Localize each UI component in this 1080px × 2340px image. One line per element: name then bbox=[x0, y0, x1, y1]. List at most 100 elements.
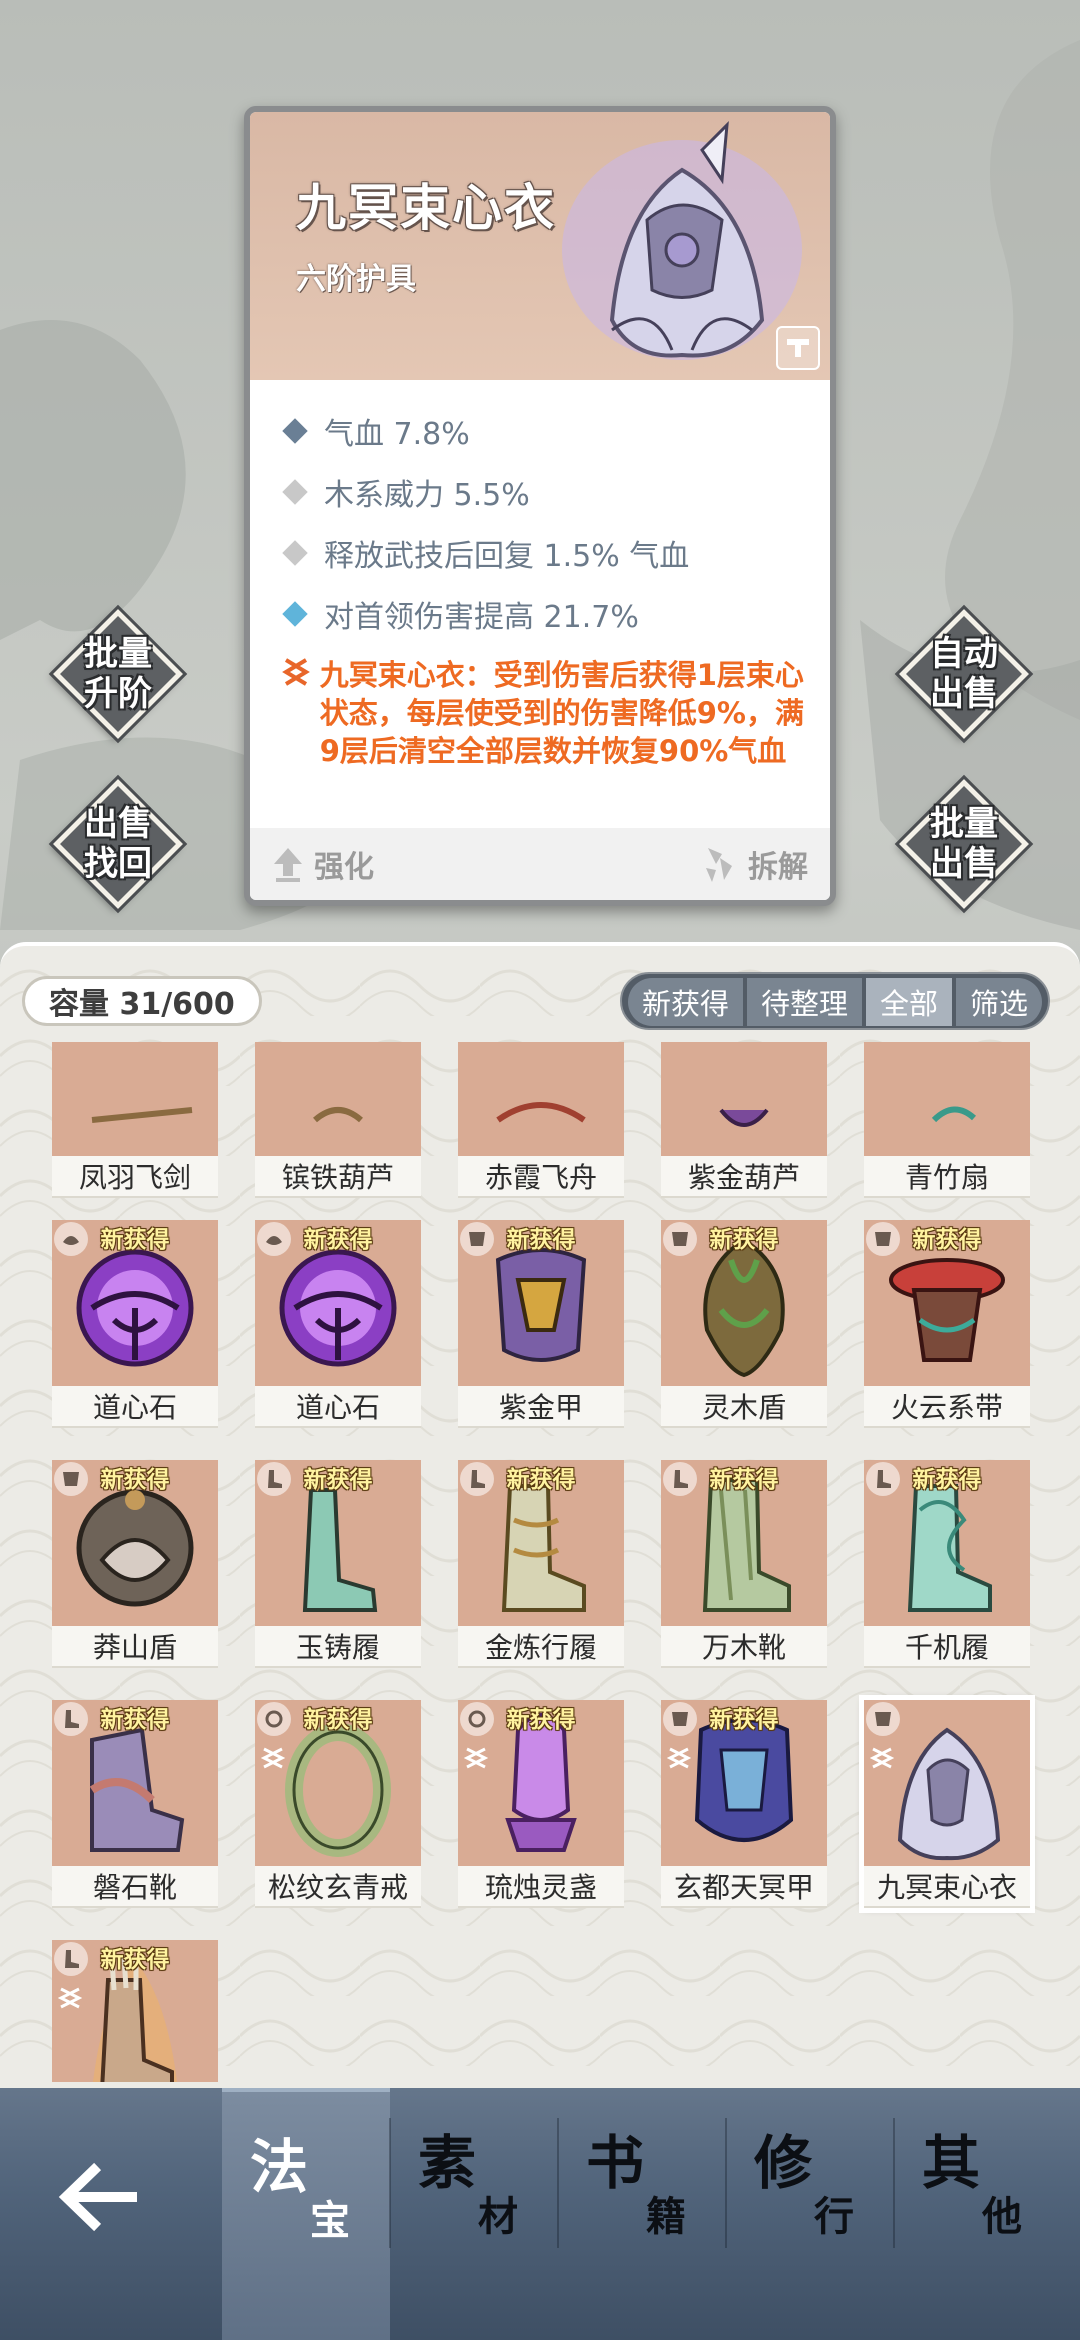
nav-tab-char: 书 bbox=[586, 2129, 645, 2197]
inventory-item[interactable]: 新获得 玉铸履 bbox=[255, 1460, 421, 1668]
nav-tab-char-small: 宝 bbox=[310, 2197, 350, 2244]
inventory-item[interactable]: 新获得 道心石 bbox=[255, 1220, 421, 1428]
item-thumbnail bbox=[661, 1042, 827, 1156]
inventory-item[interactable]: 凤羽飞剑 bbox=[52, 1042, 218, 1198]
new-tag: 新获得 bbox=[100, 1227, 170, 1253]
item-thumbnail bbox=[52, 1042, 218, 1156]
nav-tab-char-small: 他 bbox=[982, 2193, 1022, 2240]
batch-upgrade-button[interactable]: 批量升阶 bbox=[48, 604, 188, 744]
new-tag: 新获得 bbox=[506, 1467, 576, 1493]
shatter-icon bbox=[706, 848, 732, 882]
item-name: 青竹扇 bbox=[864, 1156, 1030, 1198]
nav-divider bbox=[389, 2118, 391, 2248]
stat-row: 释放武技后回复 1.5% 气血 bbox=[278, 522, 810, 583]
nav-tab-3[interactable]: 修行 bbox=[726, 2088, 894, 2340]
item-name: 玄都天冥甲 bbox=[661, 1866, 827, 1908]
auto-sell-label: 自动出售 bbox=[930, 634, 998, 714]
new-tag: 新获得 bbox=[303, 1227, 373, 1253]
new-tag: 新获得 bbox=[709, 1707, 779, 1733]
diamond-icon bbox=[282, 478, 308, 505]
nav-tab-1[interactable]: 素材 bbox=[390, 2088, 558, 2340]
item-name: 赤霞飞舟 bbox=[458, 1156, 624, 1198]
inventory-item[interactable]: 新获得 磐石靴 bbox=[52, 1700, 218, 1908]
up-arrow-icon bbox=[274, 848, 302, 882]
inventory-item[interactable]: 新获得 道心石 bbox=[52, 1220, 218, 1428]
inventory-item[interactable]: 新获得 火云系带 bbox=[864, 1220, 1030, 1428]
nav-tab-char: 其 bbox=[922, 2129, 981, 2197]
dismantle-button[interactable]: 拆解 bbox=[702, 828, 808, 900]
inventory-item[interactable]: 新获得踏焰神枪履 bbox=[52, 1940, 218, 2082]
inventory-item[interactable]: 新获得 莽山盾 bbox=[52, 1460, 218, 1668]
item-name: 金炼行履 bbox=[458, 1626, 624, 1668]
set-effect-icon bbox=[463, 1746, 489, 1770]
item-name: 紫金葫芦 bbox=[661, 1156, 827, 1198]
nav-tab-char: 修 bbox=[754, 2129, 813, 2197]
item-thumbnail: 新获得 bbox=[864, 1220, 1030, 1386]
enhance-button[interactable]: 强化 bbox=[272, 828, 374, 900]
item-name: 九冥束心衣 bbox=[864, 1866, 1030, 1908]
inventory-item[interactable]: 新获得 万木靴 bbox=[661, 1460, 827, 1668]
inventory-item[interactable]: 新获得 千机履 bbox=[864, 1460, 1030, 1668]
item-name: 道心石 bbox=[255, 1386, 421, 1428]
inventory-item[interactable]: 新获得 松纹玄青戒 bbox=[255, 1700, 421, 1908]
nav-tab-char-small: 籍 bbox=[646, 2193, 686, 2240]
set-effect-icon bbox=[869, 1746, 895, 1770]
nav-tab-char-small: 材 bbox=[478, 2193, 518, 2240]
new-tag: 新获得 bbox=[709, 1467, 779, 1493]
item-thumbnail: 新获得 bbox=[255, 1700, 421, 1866]
inventory-item[interactable]: 青竹扇 bbox=[864, 1042, 1030, 1198]
back-button[interactable] bbox=[52, 2152, 142, 2242]
inventory-item[interactable]: 新获得 金炼行履 bbox=[458, 1460, 624, 1668]
item-name: 镔铁葫芦 bbox=[255, 1156, 421, 1198]
item-name: 道心石 bbox=[52, 1386, 218, 1428]
inventory-item[interactable]: 赤霞飞舟 bbox=[458, 1042, 624, 1198]
filter-new[interactable]: 新获得 bbox=[627, 978, 743, 1026]
item-name: 紫金甲 bbox=[458, 1386, 624, 1428]
stat-row: 对首领伤害提高 21.7% bbox=[278, 583, 810, 644]
item-name: 千机履 bbox=[864, 1626, 1030, 1668]
item-thumbnail bbox=[864, 1700, 1030, 1866]
new-tag: 新获得 bbox=[506, 1707, 576, 1733]
batch-sell-button[interactable]: 批量出售 bbox=[894, 774, 1034, 914]
stat-row: 气血 7.8% bbox=[278, 400, 810, 461]
inventory-item[interactable]: 新获得 琉烛灵盏 bbox=[458, 1700, 624, 1908]
item-thumbnail: 新获得 bbox=[52, 1940, 218, 2082]
nav-tab-char: 素 bbox=[418, 2129, 477, 2197]
nav-tab-0[interactable]: 法宝 bbox=[222, 2088, 390, 2340]
item-thumbnail: 新获得 bbox=[52, 1700, 218, 1866]
set-effect-icon bbox=[57, 1986, 83, 2010]
dismantle-label: 拆解 bbox=[748, 850, 808, 885]
item-thumbnail bbox=[458, 1042, 624, 1156]
nav-tab-2[interactable]: 书籍 bbox=[558, 2088, 726, 2340]
item-thumbnail: 新获得 bbox=[661, 1700, 827, 1866]
inventory-item[interactable]: 新获得 紫金甲 bbox=[458, 1220, 624, 1428]
set-effect-icon bbox=[666, 1746, 692, 1770]
diamond-icon bbox=[282, 539, 308, 566]
item-thumbnail: 新获得 bbox=[661, 1460, 827, 1626]
set-effect-icon bbox=[260, 1746, 286, 1770]
stat-row: 木系威力 5.5% bbox=[278, 461, 810, 522]
inventory-item[interactable]: 紫金葫芦 bbox=[661, 1042, 827, 1198]
inventory-item[interactable]: 新获得 玄都天冥甲 bbox=[661, 1700, 827, 1908]
back-arrow-icon bbox=[58, 2162, 137, 2232]
sell-recover-button[interactable]: 出售找回 bbox=[48, 774, 188, 914]
inventory-item[interactable]: 镔铁葫芦 bbox=[255, 1042, 421, 1198]
inventory-item[interactable]: 新获得 灵木盾 bbox=[661, 1220, 827, 1428]
item-thumbnail: 新获得 bbox=[661, 1220, 827, 1386]
item-grid: 凤羽飞剑 镔铁葫芦 赤霞飞舟 紫金葫芦 青竹扇 新获得 道心石 新获得 道心石 新获得 紫金甲 新获得… bbox=[0, 1042, 1080, 2082]
item-thumbnail bbox=[864, 1042, 1030, 1156]
armor-type-icon bbox=[866, 1702, 900, 1736]
stat-text: 对首领伤害提高 21.7% bbox=[324, 599, 639, 635]
filter-screen[interactable]: 筛选 bbox=[955, 978, 1042, 1026]
auto-sell-button[interactable]: 自动出售 bbox=[894, 604, 1034, 744]
inventory-item[interactable]: 九冥束心衣 bbox=[859, 1695, 1035, 1913]
item-thumbnail: 新获得 bbox=[52, 1220, 218, 1386]
nav-tab-4[interactable]: 其他 bbox=[894, 2088, 1062, 2340]
filter-all[interactable]: 全部 bbox=[865, 978, 952, 1026]
set-effect: 九冥束心衣：受到伤害后获得1层束心状态，每层使受到的伤害降低9%，满9层后清空全… bbox=[278, 656, 810, 770]
nav-tab-char-small: 行 bbox=[814, 2193, 854, 2240]
filter-pending[interactable]: 待整理 bbox=[746, 978, 862, 1026]
item-thumbnail: 新获得 bbox=[458, 1460, 624, 1626]
item-name: 磐石靴 bbox=[52, 1866, 218, 1908]
item-thumbnail: 新获得 bbox=[255, 1460, 421, 1626]
